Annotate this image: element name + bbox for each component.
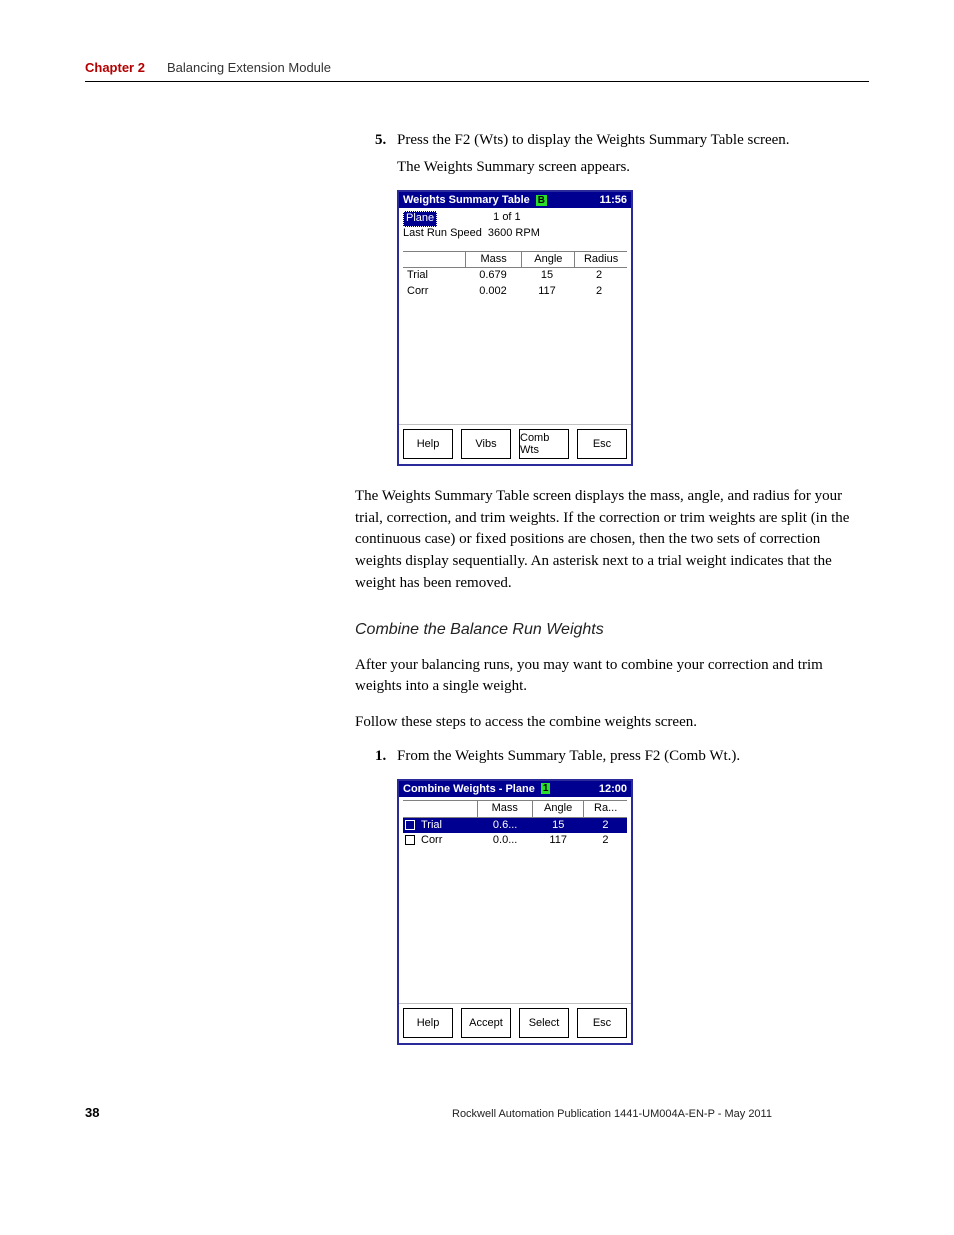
window-title: Weights Summary Table — [403, 194, 530, 206]
row-angle: 15 — [521, 268, 573, 284]
combine-table: Mass Angle Ra... Trial 0.6... 15 2 Corr … — [403, 800, 627, 849]
plane-count: 1 of 1 — [493, 211, 521, 227]
device-body: Mass Angle Ra... Trial 0.6... 15 2 Corr … — [399, 797, 631, 1003]
step-1: 1. From the Weights Summary Table, press… — [375, 748, 869, 765]
checkbox-icon[interactable] — [405, 820, 415, 830]
select-button[interactable]: Select — [519, 1008, 569, 1038]
softkey-row: Help Vibs Comb Wts Esc — [399, 424, 631, 464]
col-angle: Angle — [533, 801, 584, 817]
vibs-button[interactable]: Vibs — [461, 429, 511, 459]
combine-intro: After your balancing runs, you may want … — [355, 655, 869, 699]
step-number: 5. — [375, 132, 397, 149]
titlebar: Combine Weights - Plane 1 12:00 — [399, 781, 631, 797]
weights-table: Mass Angle Radius Trial 0.679 15 2 Corr … — [403, 251, 627, 300]
speed-value: 3600 RPM — [488, 227, 540, 241]
page-footer: 38 Rockwell Automation Publication 1441-… — [85, 1105, 869, 1120]
summary-description: The Weights Summary Table screen display… — [355, 486, 869, 595]
page-header: Chapter 2 Balancing Extension Module — [85, 60, 869, 82]
comb-wts-button[interactable]: Comb Wts — [519, 429, 569, 459]
col-radius: Ra... — [584, 801, 627, 817]
table-row[interactable]: Corr 0.0... 117 2 — [403, 833, 627, 849]
content-column: 5. Press the F2 (Wts) to display the Wei… — [355, 132, 869, 1045]
combine-weights-screenshot: Combine Weights - Plane 1 12:00 Mass Ang… — [397, 779, 633, 1045]
table-row: Trial 0.679 15 2 — [403, 268, 627, 284]
table-row-selected[interactable]: Trial 0.6... 15 2 — [403, 818, 627, 834]
esc-button[interactable]: Esc — [577, 1008, 627, 1038]
weights-summary-screenshot: Weights Summary Table B 11:56 Plane 1 of… — [397, 190, 633, 466]
row-radius: 2 — [584, 833, 627, 849]
window-title: Combine Weights - Plane — [403, 783, 535, 795]
row-label: Corr — [403, 833, 478, 849]
checkbox-icon[interactable] — [405, 835, 415, 845]
row-radius: 2 — [573, 268, 625, 284]
step-text: Press the F2 (Wts) to display the Weight… — [397, 132, 869, 149]
row-label: Trial — [403, 268, 465, 284]
row-label: Corr — [403, 284, 465, 300]
row-radius: 2 — [573, 284, 625, 300]
battery-icon: 1 — [541, 783, 551, 794]
softkey-row: Help Accept Select Esc — [399, 1003, 631, 1043]
accept-button[interactable]: Accept — [461, 1008, 511, 1038]
titlebar: Weights Summary Table B 11:56 — [399, 192, 631, 208]
page-number: 38 — [85, 1105, 355, 1120]
row-mass: 0.6... — [478, 818, 533, 834]
help-button[interactable]: Help — [403, 429, 453, 459]
step-5-result: The Weights Summary screen appears. — [397, 159, 869, 176]
help-button[interactable]: Help — [403, 1008, 453, 1038]
step-text: From the Weights Summary Table, press F2… — [397, 748, 869, 765]
speed-label: Last Run Speed — [403, 227, 482, 241]
step-number: 1. — [375, 748, 397, 765]
row-mass: 0.0... — [478, 833, 533, 849]
col-blank — [403, 801, 477, 817]
device-body: Plane 1 of 1 Last Run Speed 3600 RPM Mas… — [399, 208, 631, 424]
row-mass: 0.002 — [465, 284, 521, 300]
row-angle: 15 — [533, 818, 584, 834]
section-heading: Combine the Balance Run Weights — [355, 621, 869, 639]
col-blank — [403, 252, 465, 268]
table-row: Corr 0.002 117 2 — [403, 284, 627, 300]
row-angle: 117 — [533, 833, 584, 849]
col-mass: Mass — [477, 801, 533, 817]
publication-info: Rockwell Automation Publication 1441-UM0… — [452, 1108, 772, 1120]
col-radius: Radius — [575, 252, 627, 268]
combine-steps-intro: Follow these steps to access the combine… — [355, 712, 869, 734]
row-mass: 0.679 — [465, 268, 521, 284]
chapter-label: Chapter 2 — [85, 60, 145, 75]
plane-field[interactable]: Plane — [403, 211, 437, 227]
col-angle: Angle — [522, 252, 575, 268]
clock: 11:56 — [599, 194, 627, 206]
clock: 12:00 — [599, 783, 627, 795]
battery-icon: B — [536, 195, 547, 206]
step-5: 5. Press the F2 (Wts) to display the Wei… — [375, 132, 869, 149]
chapter-title: Balancing Extension Module — [167, 60, 331, 75]
row-angle: 117 — [521, 284, 573, 300]
row-label: Trial — [403, 818, 478, 834]
col-mass: Mass — [465, 252, 523, 268]
row-radius: 2 — [584, 818, 627, 834]
esc-button[interactable]: Esc — [577, 429, 627, 459]
